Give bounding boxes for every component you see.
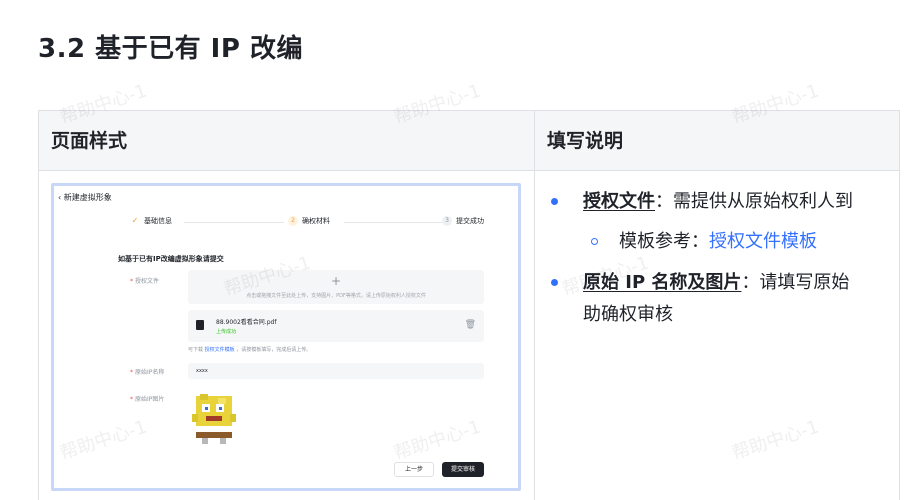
instruction-auth-file: 授权文件：需提供从原始权利人到: [583, 191, 853, 212]
submit-review-button[interactable]: 提交审核: [442, 462, 484, 477]
step-connector: [184, 222, 284, 223]
step-label: 提交成功: [456, 217, 484, 225]
file-status: 上传成功: [216, 329, 237, 335]
ip-image-thumbnail: [192, 394, 236, 444]
bullet-icon: [551, 198, 558, 205]
instruction-template-ref: 模板参考：授权文件模板: [619, 231, 817, 252]
step-submitted: 3 提交成功: [442, 216, 484, 226]
back-link[interactable]: ‹ 新建虚拟形象: [58, 192, 112, 203]
auth-template-link[interactable]: 授权文件模板: [709, 231, 817, 252]
bullet-icon: [551, 279, 558, 286]
prev-step-button[interactable]: 上一步: [394, 462, 434, 477]
step-label: 确权材料: [302, 217, 330, 225]
upload-dropzone[interactable]: + 点击或拖拽文件至此处上传，支持图片、PDF等格式，请上传原始权利人授权文件: [188, 270, 484, 304]
header-fill-instructions: 填写说明: [547, 130, 624, 152]
sub-bullet-icon: [591, 238, 598, 245]
embedded-form-screenshot: ‹ 新建虚拟形象 ✓ 基础信息 2 确权材料 3 提交成功 如基于已有IP改编虚…: [51, 183, 521, 491]
template-hint: 可下载 授权文件模板 ，请按模板填写，完成后请上传。: [188, 347, 312, 353]
template-download-link[interactable]: 授权文件模板: [205, 347, 235, 353]
file-name: 88.9002看看合同.pdf: [216, 319, 277, 326]
file-icon: [196, 320, 204, 330]
step-basic-info: ✓ 基础信息: [130, 216, 172, 226]
plus-icon: +: [330, 274, 342, 288]
trash-icon[interactable]: 🗑: [465, 320, 476, 330]
doc-table: 页面样式 填写说明 ‹ 新建虚拟形象 ✓ 基础信息 2 确权材料 3 提交成功 …: [38, 110, 900, 500]
form-title: 如基于已有IP改编虚拟形象请提交: [118, 255, 224, 263]
step-number: 3: [442, 216, 452, 226]
ip-image-label: * 原始IP图片: [130, 396, 165, 403]
ip-name-label: * 原始IP名称: [130, 369, 165, 376]
column-divider: [534, 111, 535, 500]
instruction-ip-name-image-cont: 助确权审核: [583, 304, 673, 325]
stepper: ✓ 基础信息 2 确权材料 3 提交成功: [54, 216, 518, 230]
uploaded-file: 88.9002看看合同.pdf 上传成功 🗑: [188, 310, 484, 342]
table-header-row: 页面样式 填写说明: [39, 111, 899, 171]
auth-file-label: * 授权文件: [130, 278, 160, 285]
step-label: 基础信息: [144, 217, 172, 225]
step-connector: [344, 222, 442, 223]
step-auth-materials: 2 确权材料: [288, 216, 330, 226]
upload-hint: 点击或拖拽文件至此处上传，支持图片、PDF等格式，请上传原始权利人授权文件: [246, 293, 426, 299]
header-page-style: 页面样式: [51, 130, 128, 152]
check-icon: ✓: [130, 216, 140, 226]
step-number: 2: [288, 216, 298, 226]
instruction-ip-name-image: 原始 IP 名称及图片：请填写原始: [583, 272, 850, 293]
section-heading: 3.2 基于已有 IP 改编: [38, 34, 303, 64]
ip-name-input[interactable]: xxxx: [188, 363, 484, 379]
